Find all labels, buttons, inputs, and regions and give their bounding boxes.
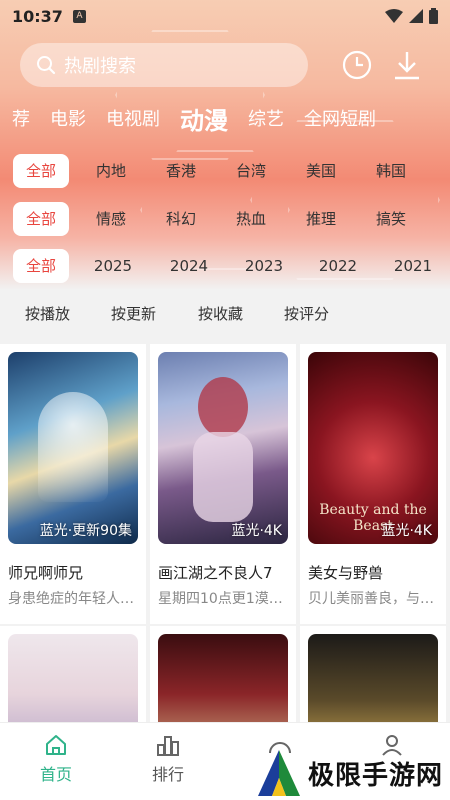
year-filter-row: 全部 2025 2024 2023 2022 2021 bbox=[0, 249, 450, 283]
card-title: 师兄啊师兄 bbox=[8, 564, 84, 582]
filter-chip[interactable]: 香港 bbox=[146, 154, 216, 188]
quality-badge: 蓝光·4K bbox=[381, 523, 432, 539]
filter-chip[interactable]: 科幻 bbox=[146, 202, 216, 236]
sort-by-rating[interactable]: 按评分 bbox=[284, 298, 329, 330]
filter-chip[interactable]: 2023 bbox=[229, 249, 299, 283]
sort-by-plays[interactable]: 按播放 bbox=[25, 298, 70, 330]
tab-home[interactable]: 首页 bbox=[26, 733, 86, 785]
poster-image: 蓝光·更新90集 bbox=[8, 352, 138, 544]
video-card[interactable]: 蓝光·4K 画江湖之不良人7 星期四10点更1漠北… bbox=[150, 344, 296, 624]
download-button[interactable] bbox=[390, 48, 424, 82]
sort-by-favorites[interactable]: 按收藏 bbox=[198, 298, 243, 330]
filter-chip[interactable]: 搞笑 bbox=[356, 202, 426, 236]
filter-chip[interactable]: 热血 bbox=[216, 202, 286, 236]
tab-tv[interactable]: 电视剧 bbox=[106, 105, 160, 131]
tab-movie[interactable]: 电影 bbox=[50, 105, 86, 131]
video-card[interactable] bbox=[300, 626, 446, 722]
category-tabs: 荐 电影 电视剧 动漫 综艺 全网短剧 bbox=[0, 98, 450, 138]
tab-short-drama[interactable]: 全网短剧 bbox=[304, 105, 376, 131]
watermark-logo-icon bbox=[258, 750, 300, 796]
tab-home-label: 首页 bbox=[39, 765, 72, 784]
filter-chip[interactable]: 台湾 bbox=[216, 154, 286, 188]
poster-image: Beauty and the Beast 蓝光·4K bbox=[308, 352, 438, 544]
genre-filter-row: 全部 情感 科幻 热血 推理 搞笑 bbox=[0, 202, 450, 236]
filter-chip[interactable]: 内地 bbox=[76, 154, 146, 188]
signal-icon bbox=[409, 9, 423, 23]
video-card[interactable]: Beauty and the Beast 蓝光·4K 美女与野兽 贝儿美丽善良，… bbox=[300, 344, 446, 624]
filter-chip[interactable]: 情感 bbox=[76, 202, 146, 236]
filter-chip-selected[interactable]: 全部 bbox=[13, 249, 69, 283]
tab-ranking[interactable]: 排行 bbox=[138, 733, 198, 785]
card-title: 画江湖之不良人7 bbox=[158, 564, 273, 582]
filter-chip[interactable]: 韩国 bbox=[356, 154, 426, 188]
wifi-icon bbox=[385, 9, 403, 23]
history-button[interactable] bbox=[340, 48, 374, 82]
search-input[interactable]: 热剧搜索 bbox=[20, 43, 308, 87]
filter-chip[interactable]: 推理 bbox=[286, 202, 356, 236]
card-description: 身患绝症的年轻人李长寿… bbox=[8, 591, 142, 607]
filter-chip[interactable]: 2022 bbox=[303, 249, 373, 283]
quality-badge: 蓝光·更新90集 bbox=[39, 523, 132, 539]
filter-chip[interactable]: 2021 bbox=[378, 249, 448, 283]
poster-image bbox=[158, 634, 288, 722]
poster-glow bbox=[38, 392, 108, 502]
sort-options: 按播放 按更新 按收藏 按评分 bbox=[0, 298, 450, 330]
filter-chip[interactable]: 2024 bbox=[154, 249, 224, 283]
home-icon bbox=[46, 735, 66, 755]
content-grid: 蓝光·更新90集 师兄啊师兄 身患绝症的年轻人李长寿… 蓝光·4K 画江湖之不良… bbox=[0, 344, 450, 722]
search-icon bbox=[37, 56, 56, 75]
tab-variety[interactable]: 综艺 bbox=[248, 105, 284, 131]
status-bar: 10:37 A bbox=[0, 0, 450, 32]
status-time: 10:37 bbox=[12, 6, 63, 26]
filter-chip-selected[interactable]: 全部 bbox=[13, 154, 69, 188]
tab-recommend[interactable]: 荐 bbox=[12, 105, 30, 131]
video-card[interactable] bbox=[150, 626, 296, 722]
search-placeholder: 热剧搜索 bbox=[64, 56, 136, 77]
filter-chip[interactable]: 2025 bbox=[78, 249, 148, 283]
download-icon bbox=[395, 52, 419, 80]
filter-chip-selected[interactable]: 全部 bbox=[13, 202, 69, 236]
tab-anime[interactable]: 动漫 bbox=[180, 101, 228, 136]
ranking-icon bbox=[157, 736, 179, 756]
status-icons bbox=[385, 8, 438, 24]
notification-icon: A bbox=[72, 9, 86, 23]
poster-figure bbox=[193, 432, 253, 522]
poster-image: 蓝光·4K bbox=[158, 352, 288, 544]
filter-chip[interactable]: 美国 bbox=[286, 154, 356, 188]
video-card[interactable] bbox=[0, 626, 146, 722]
search-row: 热剧搜索 bbox=[20, 43, 430, 87]
poster-figure bbox=[198, 377, 248, 437]
poster-image bbox=[308, 634, 438, 722]
site-watermark: 极限手游网 bbox=[256, 746, 450, 800]
card-description: 贝儿美丽善良，与… bbox=[308, 591, 434, 607]
clock-icon bbox=[342, 50, 372, 80]
video-card[interactable]: 蓝光·更新90集 师兄啊师兄 身患绝症的年轻人李长寿… bbox=[0, 344, 146, 624]
sort-by-update[interactable]: 按更新 bbox=[111, 298, 156, 330]
watermark-text: 极限手游网 bbox=[308, 760, 444, 791]
quality-badge: 蓝光·4K bbox=[231, 523, 282, 539]
card-title: 美女与野兽 bbox=[308, 564, 384, 582]
poster-image bbox=[8, 634, 138, 722]
card-description: 星期四10点更1漠北… bbox=[158, 591, 292, 607]
battery-icon bbox=[429, 8, 438, 24]
tab-ranking-label: 排行 bbox=[151, 765, 184, 784]
region-filter-row: 全部 内地 香港 台湾 美国 韩国 bbox=[0, 154, 450, 188]
